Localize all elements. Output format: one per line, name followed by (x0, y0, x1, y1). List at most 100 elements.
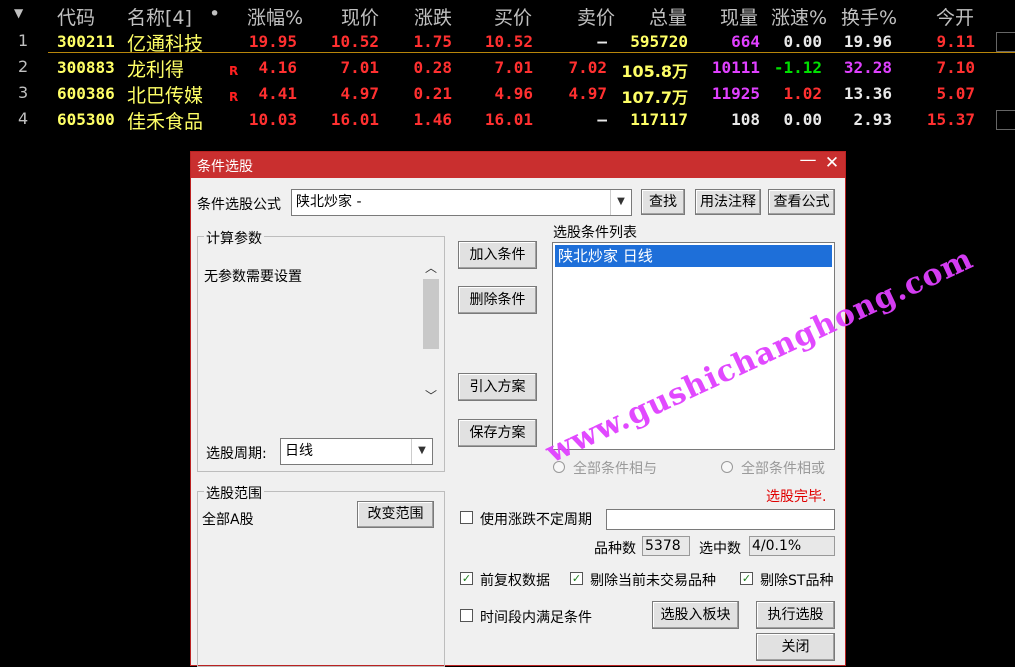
change: 1.46 (413, 110, 452, 129)
uncertain-period-input[interactable] (606, 509, 835, 530)
range-group: 选股范围 全部A股 改变范围 (197, 483, 445, 667)
close-icon[interactable]: ✕ (821, 153, 843, 173)
condition-screening-dialog: 条件选股 — ✕ 条件选股公式 陕北炒家 - ▼ 查找 用法注释 查看公式 计算… (190, 150, 846, 667)
timeperiod-checkbox[interactable] (460, 609, 473, 622)
col-bid[interactable]: 买价 (494, 3, 532, 30)
radio-or[interactable] (721, 461, 733, 473)
turnover: 2.93 (853, 110, 892, 129)
change: 0.21 (413, 84, 452, 103)
save-plan-button[interactable]: 保存方案 (458, 419, 537, 447)
open-price: 7.10 (936, 58, 975, 77)
minimize-icon[interactable]: — (797, 150, 819, 170)
table-row[interactable]: 2 300883 龙利得 R 4.16 7.01 0.28 7.01 7.02 … (0, 54, 1015, 81)
timeperiod-label[interactable]: 时间段内满足条件 (480, 607, 592, 627)
table-header: ▼ 代码 名称[4] • 涨幅% 现价 涨跌 买价 卖价 总量 现量 涨速% 换… (0, 0, 1015, 30)
uncertain-period-label[interactable]: 使用涨跌不定周期 (480, 509, 592, 529)
table-row[interactable]: 3 600386 北巴传媒 R 4.41 4.97 0.21 4.96 4.97… (0, 80, 1015, 107)
selected-label: 选中数 (699, 541, 741, 557)
period-select[interactable]: 日线 ▼ (280, 438, 433, 465)
volume: 107.7万 (621, 88, 688, 107)
table-row[interactable]: 1 300211 亿通科技 19.95 10.52 1.75 10.52 — 5… (0, 28, 1015, 55)
price: 10.52 (330, 32, 379, 51)
col-code[interactable]: 代码 (57, 3, 95, 30)
radio-and-label[interactable]: 全部条件相与 (573, 458, 657, 478)
row-index: 1 (18, 31, 29, 50)
adjusted-data-label[interactable]: 前复权数据 (480, 570, 550, 590)
list-item[interactable]: 陕北炒家 日线 (555, 245, 832, 267)
current-volume: 11925 (711, 84, 760, 103)
view-formula-button[interactable]: 查看公式 (768, 189, 835, 215)
delete-condition-button[interactable]: 删除条件 (458, 286, 537, 314)
price: 7.01 (340, 58, 379, 77)
volume: 595720 (630, 32, 688, 51)
col-dot: • (209, 3, 221, 25)
exclude-st-label[interactable]: 剔除ST品种 (760, 570, 833, 590)
change: 0.28 (413, 58, 452, 77)
speed: -1.12 (773, 58, 822, 77)
change-pct: 4.41 (258, 84, 297, 103)
col-change[interactable]: 涨跌 (414, 3, 452, 30)
scroll-thumb[interactable] (423, 279, 439, 349)
condition-list[interactable]: 陕北炒家 日线 (552, 242, 835, 450)
period-value: 日线 (285, 443, 313, 459)
speed: 1.02 (783, 84, 822, 103)
add-condition-button[interactable]: 加入条件 (458, 241, 537, 269)
chevron-down-icon[interactable]: ▼ (610, 190, 631, 215)
col-price[interactable]: 现价 (341, 3, 379, 30)
selection-underline (48, 52, 1015, 53)
exclude-suspended-label[interactable]: 剔除当前未交易品种 (590, 570, 716, 590)
usage-notes-button[interactable]: 用法注释 (695, 189, 761, 215)
uncertain-period-checkbox[interactable] (460, 511, 473, 524)
financing-tag: R (229, 90, 239, 104)
table-row[interactable]: 4 605300 佳禾食品 10.03 16.01 1.46 16.01 — 1… (0, 106, 1015, 133)
sort-arrow-icon[interactable]: ▼ (14, 6, 23, 20)
col-ask[interactable]: 卖价 (577, 3, 615, 30)
open-price: 5.07 (936, 84, 975, 103)
radio-and[interactable] (553, 461, 565, 473)
adjusted-data-checkbox[interactable]: ✓ (460, 572, 473, 585)
volume: 105.8万 (621, 62, 688, 81)
dialog-title: 条件选股 (197, 159, 253, 175)
execute-button[interactable]: 执行选股 (756, 601, 835, 629)
ask: 7.02 (568, 58, 607, 77)
exclude-st-checkbox[interactable]: ✓ (740, 572, 753, 585)
radio-or-label[interactable]: 全部条件相或 (741, 458, 825, 478)
change: 1.75 (413, 32, 452, 51)
col-volume[interactable]: 总量 (649, 3, 687, 30)
row-edge-box (996, 110, 1015, 130)
stock-name: 北巴传媒 (127, 85, 204, 107)
col-turnover[interactable]: 换手% (841, 3, 897, 30)
formula-select[interactable]: 陕北炒家 - ▼ (291, 189, 632, 216)
col-current-vol[interactable]: 现量 (720, 3, 758, 30)
params-scrollbar[interactable]: ︿ ﹀ (422, 257, 440, 407)
speed: 0.00 (783, 110, 822, 129)
row-index: 2 (18, 57, 29, 76)
stock-code: 300883 (57, 58, 115, 77)
col-pct[interactable]: 涨幅% (247, 3, 303, 30)
col-speed[interactable]: 涨速% (771, 3, 827, 30)
chevron-down-icon[interactable]: ▼ (411, 439, 432, 464)
dialog-titlebar[interactable]: 条件选股 — ✕ (191, 150, 845, 178)
params-group: 计算参数 无参数需要设置 ︿ ﹀ 选股周期: 日线 ▼ (197, 228, 445, 472)
find-button[interactable]: 查找 (641, 189, 685, 215)
row-index: 3 (18, 83, 29, 102)
chevron-down-icon[interactable]: ﹀ (422, 387, 440, 404)
stock-code: 605300 (57, 110, 115, 129)
stock-code: 600386 (57, 84, 115, 103)
row-edge-box (996, 32, 1015, 52)
exclude-suspended-checkbox[interactable]: ✓ (570, 572, 583, 585)
ask: 4.97 (568, 84, 607, 103)
row-index: 4 (18, 109, 29, 128)
count-label: 品种数 (594, 541, 636, 557)
close-button[interactable]: 关闭 (756, 633, 835, 661)
change-pct: 19.95 (248, 32, 297, 51)
change-range-button[interactable]: 改变范围 (357, 501, 434, 528)
chevron-up-icon[interactable]: ︿ (422, 259, 440, 276)
bid: 7.01 (494, 58, 533, 77)
open-price: 15.37 (926, 110, 975, 129)
col-open[interactable]: 今开 (936, 3, 974, 30)
import-plan-button[interactable]: 引入方案 (458, 373, 537, 401)
save-to-block-button[interactable]: 选股入板块 (652, 601, 739, 629)
col-name[interactable]: 名称[4] (127, 3, 192, 30)
bid: 10.52 (484, 32, 533, 51)
